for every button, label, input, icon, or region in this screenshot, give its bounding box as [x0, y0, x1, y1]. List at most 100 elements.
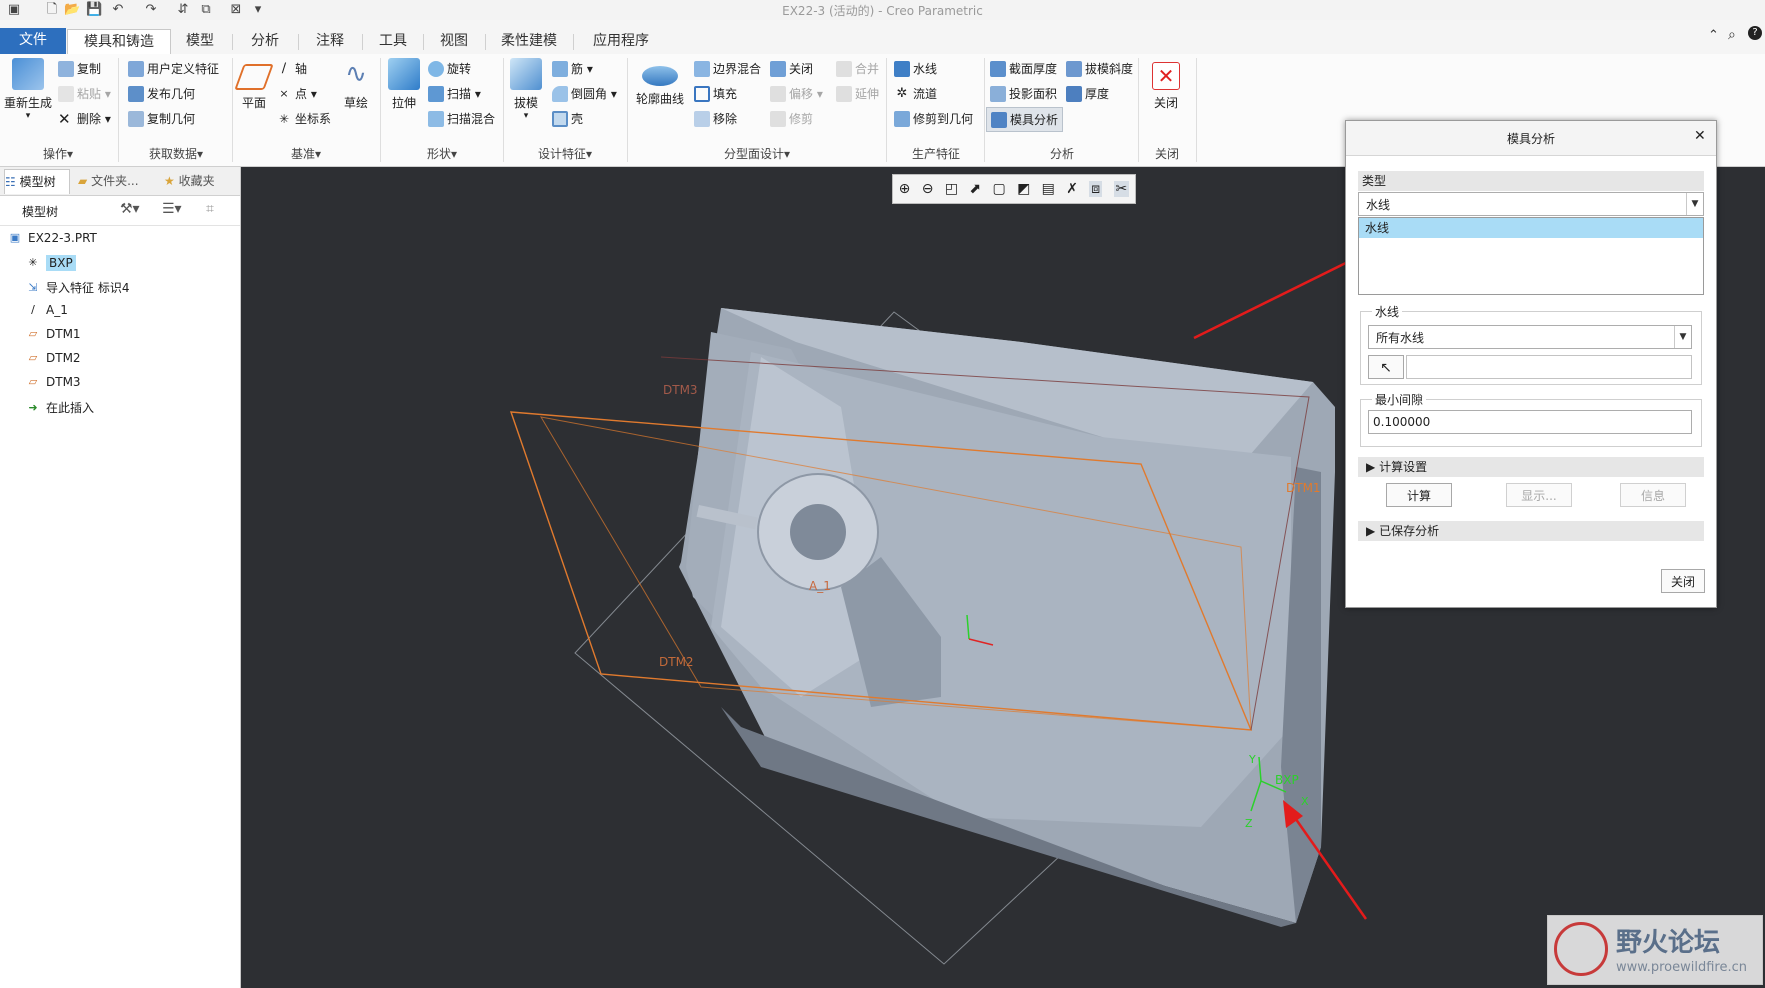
silhouette-curve-button[interactable]: 轮廓曲线: [632, 58, 688, 107]
boundary-blend-button[interactable]: 边界混合: [694, 60, 761, 77]
remove-icon: [694, 110, 710, 127]
thickness-button[interactable]: 厚度: [1066, 85, 1109, 102]
point-button[interactable]: × 点 ▾: [276, 85, 316, 102]
view-manager-icon[interactable]: ▤: [1042, 181, 1055, 197]
tab-view[interactable]: 视图: [425, 29, 483, 54]
swept-blend-button[interactable]: 扫描混合: [428, 110, 495, 127]
close-surface-button[interactable]: 关闭: [770, 60, 813, 77]
zoom-out-icon[interactable]: ⊖: [922, 181, 934, 197]
tree-filter-icon[interactable]: ⌗: [206, 201, 214, 217]
offset-button[interactable]: 偏移 ▾: [770, 85, 823, 102]
type-option-waterline[interactable]: 水线: [1359, 218, 1703, 238]
display-style-icon[interactable]: ◩: [1017, 181, 1030, 197]
tab-mold-casting[interactable]: 模具和铸造: [67, 29, 171, 55]
datum-display-icon[interactable]: ✗: [1066, 181, 1078, 197]
tree-columns-icon[interactable]: ☰▾: [162, 201, 182, 217]
projected-area-button[interactable]: 投影面积: [990, 85, 1057, 102]
shell-button[interactable]: 壳: [552, 110, 583, 127]
group-label-operations[interactable]: 操作▾: [0, 145, 116, 162]
tree-item-dtm1[interactable]: ▱ DTM1: [26, 327, 81, 341]
tab-model-tree-label: 模型树: [19, 175, 56, 189]
trim-button[interactable]: 修剪: [770, 110, 813, 127]
paste-button[interactable]: 粘贴 ▾: [58, 85, 111, 102]
fill-button[interactable]: 填充: [694, 85, 737, 102]
extrude-button[interactable]: 拉伸: [384, 58, 424, 111]
round-button[interactable]: 倒圆角 ▾: [552, 85, 617, 102]
select-pointer-button[interactable]: ↖: [1368, 355, 1404, 379]
dialog-close-icon[interactable]: ✕: [1694, 128, 1706, 144]
group-label-datum[interactable]: 基准▾: [234, 145, 378, 162]
tree-item-dtm3[interactable]: ▱ DTM3: [26, 375, 81, 389]
waterline-dropdown[interactable]: 所有水线 ▼: [1368, 325, 1692, 349]
rib-button[interactable]: 筋 ▾: [552, 60, 593, 77]
minimize-ribbon-icon[interactable]: ⌃: [1708, 28, 1719, 43]
selection-collector[interactable]: [1406, 355, 1692, 379]
tab-annotate[interactable]: 注释: [300, 29, 360, 54]
group-label-shape[interactable]: 形状▾: [382, 145, 502, 162]
display-button[interactable]: 显示...: [1506, 483, 1572, 507]
plane-button[interactable]: 平面: [234, 58, 274, 111]
extend-button[interactable]: 延伸: [836, 85, 879, 102]
group-separator: [380, 58, 381, 162]
remove-button[interactable]: 移除: [694, 110, 737, 127]
delete-button[interactable]: ✕ 删除 ▾: [58, 110, 111, 127]
plane-label: 平面: [241, 96, 266, 110]
group-label-design-features[interactable]: 设计特征▾: [505, 145, 625, 162]
saved-analysis-section[interactable]: ▶ 已保存分析: [1358, 521, 1704, 541]
tree-item-import-feature[interactable]: ⇲ 导入特征 标识4: [26, 279, 129, 296]
draft-slope-button[interactable]: 拔模斜度: [1066, 60, 1133, 77]
saved-views-icon[interactable]: ▢: [992, 181, 1005, 197]
waterline-button[interactable]: 水线: [894, 60, 937, 77]
trim-to-geometry-button[interactable]: 修剪到几何: [894, 110, 973, 127]
section-thickness-button[interactable]: 截面厚度: [990, 60, 1057, 77]
tree-item-bxp[interactable]: ✳ BXP: [26, 255, 76, 271]
copy-button[interactable]: 复制: [58, 60, 101, 77]
min-gap-input[interactable]: 0.100000: [1368, 410, 1692, 434]
calc-settings-section[interactable]: ▶ 计算设置: [1358, 457, 1704, 477]
draft-button[interactable]: 拔模 ▾: [508, 58, 544, 121]
tree-item-insert-here[interactable]: ➜ 在此插入: [26, 399, 94, 416]
regenerate-button[interactable]: 重新生成 ▾: [2, 58, 54, 121]
spin-center-icon[interactable]: ✂: [1113, 181, 1130, 197]
copy-geometry-button[interactable]: 复制几何: [128, 110, 195, 127]
axis-button[interactable]: ∕ 轴: [276, 60, 307, 77]
axis-icon: ∕: [281, 60, 287, 76]
dialog-close-button[interactable]: 关闭: [1661, 569, 1705, 593]
coordinate-system-button[interactable]: ✳ 坐标系: [276, 110, 331, 127]
merge-button[interactable]: 合并: [836, 60, 879, 77]
runner-button[interactable]: ✲ 流道: [894, 85, 937, 102]
info-button[interactable]: 信息: [1620, 483, 1686, 507]
tree-item-a1[interactable]: ∕ A_1: [26, 303, 68, 317]
close-mold-button[interactable]: ✕ 关闭: [1148, 58, 1184, 111]
tree-item-dtm2[interactable]: ▱ DTM2: [26, 351, 81, 365]
waterline-icon: [894, 60, 910, 77]
refit-icon[interactable]: ◰: [945, 181, 958, 197]
tab-folder-browser[interactable]: ▰ 文件夹...: [78, 169, 156, 193]
tree-settings-icon[interactable]: ⚒▾: [120, 201, 140, 217]
search-icon[interactable]: ⌕: [1728, 27, 1736, 43]
mold-analysis-button[interactable]: 模具分析: [986, 107, 1064, 132]
tab-file[interactable]: 文件: [0, 28, 66, 54]
group-label-parting-surface[interactable]: 分型面设计▾: [628, 145, 886, 162]
group-label-get-data[interactable]: 获取数据▾: [120, 145, 232, 162]
tab-applications[interactable]: 应用程序: [575, 29, 667, 54]
tab-analysis[interactable]: 分析: [234, 29, 296, 54]
udf-button[interactable]: 用户定义特征: [128, 60, 219, 77]
revolve-button[interactable]: 旋转: [428, 60, 471, 77]
zoom-in-icon[interactable]: ⊕: [899, 181, 911, 197]
min-gap-label: 最小间隙: [1372, 391, 1427, 408]
compute-button[interactable]: 计算: [1386, 483, 1452, 507]
publish-geometry-button[interactable]: 发布几何: [128, 85, 195, 102]
type-dropdown[interactable]: 水线 ▼: [1358, 192, 1704, 216]
reorient-icon[interactable]: ⬈: [969, 181, 981, 197]
sketch-button[interactable]: ∿ 草绘: [338, 58, 374, 111]
help-icon[interactable]: ?: [1748, 26, 1762, 40]
tab-tools[interactable]: 工具: [364, 29, 422, 54]
sweep-button[interactable]: 扫描 ▾: [428, 85, 481, 102]
tab-model-tree[interactable]: ☷ 模型树: [4, 169, 70, 194]
tree-item-root-part[interactable]: ▣ EX22-3.PRT: [8, 231, 97, 245]
tab-flexible-modeling[interactable]: 柔性建模: [487, 29, 571, 54]
tab-model[interactable]: 模型: [170, 29, 230, 54]
tab-favorites[interactable]: ★ 收藏夹: [164, 169, 236, 193]
annotation-display-icon[interactable]: ⧈: [1089, 181, 1103, 197]
